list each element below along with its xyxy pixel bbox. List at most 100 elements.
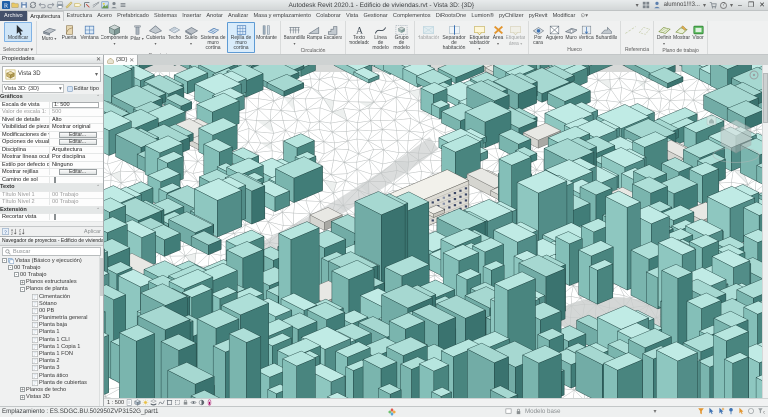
properties-close-icon[interactable]: ✕	[96, 56, 101, 63]
tree-item-planta-baja[interactable]: Planta baja	[0, 322, 103, 329]
ribbon-button-barandilla[interactable]: Barandilla ▾	[283, 22, 306, 48]
ribbon-button-área[interactable]: Área ▾	[491, 22, 505, 48]
tree-item-00-trabajo[interactable]: -00 Trabajo	[0, 271, 103, 278]
tree-item-planimetría-general[interactable]: Planimetría general	[0, 315, 103, 322]
ribbon-button-texto-modelado[interactable]: ATextomodelado	[348, 22, 370, 47]
qat-customize[interactable]	[119, 1, 127, 9]
ribbon-button-definir[interactable]: Definir ▾	[656, 22, 672, 48]
tab-anotar[interactable]: Anotar	[204, 11, 226, 21]
ribbon-button-muro[interactable]: Muro	[564, 22, 578, 42]
tree-item-planta-2[interactable]: Planta 2	[0, 358, 103, 365]
user-icon[interactable]	[653, 1, 661, 9]
qat-measure[interactable]	[65, 1, 73, 9]
tree-item-vistas-3d[interactable]: +Vistas 3D	[0, 394, 103, 401]
tab-prefabricado[interactable]: Prefabricado	[115, 11, 152, 21]
prop-checkbox[interactable]	[54, 177, 56, 183]
prop-value-box[interactable]: 1: 500	[52, 102, 99, 109]
viewbar-sun[interactable]	[142, 399, 149, 406]
type-selector[interactable]: Vista 3D ▾	[2, 66, 101, 82]
ribbon-button-pilar[interactable]: Pilar ▾	[129, 22, 145, 43]
ribbon-button-agujero[interactable]: Agujero	[545, 22, 564, 42]
tree-item-planta-de-cubiertas[interactable]: Planta de cubiertas	[0, 379, 103, 386]
help-caret[interactable]: ▾	[730, 2, 733, 9]
prop-section-extensión[interactable]: Extensión⌃	[0, 207, 103, 215]
edit-type-button[interactable]: Editar tipo	[65, 84, 101, 93]
account-name[interactable]: alumno1!!!3...	[664, 2, 700, 8]
ribbon-button-grupo-de-modelo[interactable]: Grupo demodelo ▾	[391, 22, 412, 55]
apply-button[interactable]: Aplicar	[84, 229, 101, 235]
tree-item-00-trabajo[interactable]: -00 Trabajo	[0, 264, 103, 271]
tab-insertar[interactable]: Insertar	[180, 11, 204, 21]
viewbar-hide[interactable]	[190, 399, 197, 406]
help-icon[interactable]: ?	[720, 2, 727, 9]
ribbon-button-escalera[interactable]: Escalera	[323, 22, 343, 42]
lock-icon[interactable]	[515, 408, 522, 415]
prop-edit-button[interactable]: Editar...	[59, 139, 97, 145]
qat-section[interactable]	[83, 1, 91, 9]
status-cursor-plus[interactable]	[717, 407, 725, 415]
prop-edit-button[interactable]: Editar...	[59, 132, 97, 138]
tab-estructura[interactable]: Estructura	[64, 11, 95, 21]
viewport-canvas[interactable]	[104, 65, 768, 398]
tree-item-planta-1-fon[interactable]: Planta 1 FON	[0, 350, 103, 357]
ribbon-button-habitación[interactable]: Habitación	[417, 22, 440, 42]
restore-button[interactable]: ❐	[747, 1, 755, 9]
ribbon-button-cubierta[interactable]: Cubierta ▾	[145, 22, 166, 48]
view-scale[interactable]: 1 : 500	[107, 400, 124, 406]
ribbon-button-muro[interactable]: Muro ▾	[39, 22, 59, 43]
instance-selector[interactable]: Vista 3D: {3D}▾	[2, 84, 64, 93]
ribbon-button-ventana[interactable]: Ventana	[79, 22, 100, 42]
ribbon-button-separador-de-habitación[interactable]: Separadorde habitación	[440, 22, 468, 53]
qat-user[interactable]	[110, 1, 118, 9]
ribbon-button-línea-de-modelo[interactable]: Línea demodelo	[370, 22, 391, 53]
qat-revit-logo[interactable]: R	[2, 1, 10, 9]
account-caret[interactable]: ▾	[703, 2, 706, 9]
ribbon-button-suelo[interactable]: Suelo ▾	[183, 22, 199, 48]
tree-item-sótano[interactable]: Sótano	[0, 300, 103, 307]
tab-archivo[interactable]: Archivo	[0, 11, 27, 21]
viewbar-crop[interactable]	[166, 399, 173, 406]
tab-pychilizer[interactable]: pyChilizer	[496, 11, 526, 21]
ribbon-button-puerta[interactable]: Puerta	[59, 22, 79, 42]
tree-item-planta-3[interactable]: Planta 3	[0, 365, 103, 372]
view-tab-3d[interactable]: {3D} ✕	[104, 55, 138, 65]
viewbar-paper[interactable]	[126, 399, 133, 406]
diroots-icon[interactable]	[388, 408, 396, 416]
qat-thin-lines[interactable]	[92, 1, 100, 9]
viewbar-sketchy[interactable]	[158, 399, 165, 406]
viewbar-crop-show[interactable]	[174, 399, 181, 406]
prop-checkbox[interactable]	[54, 214, 56, 220]
ribbon-button-rejilla-de-muro-cortina[interactable]: Rejilla demuro cortina	[227, 22, 255, 53]
tab-analizar[interactable]: Analizar	[225, 11, 250, 21]
tree-item-planta-1[interactable]: Planta 1	[0, 329, 103, 336]
link-icon[interactable]	[505, 408, 512, 415]
viewbar-visual-style[interactable]	[134, 399, 141, 406]
ribbon-button-vertical[interactable]: Vertical	[578, 22, 595, 42]
qat-tag[interactable]	[74, 1, 82, 9]
qat-open[interactable]	[11, 1, 19, 9]
qat-render[interactable]	[101, 1, 109, 9]
sort-za-icon[interactable]: ZA	[18, 228, 25, 235]
ribbon-button-techo[interactable]: Techo	[166, 22, 183, 42]
tab-modificar[interactable]: Modificar	[550, 11, 578, 21]
status-filter-count[interactable]: 0	[757, 407, 765, 415]
tree-item-planos-estructurales[interactable]: +Planos estructurales	[0, 279, 103, 286]
properties-help-icon[interactable]: ?	[2, 228, 9, 235]
ribbon-button-sistema-de-muro-cortina[interactable]: Sistema demuro cortina	[199, 22, 227, 53]
tree-item-cimentación[interactable]: Cimentación	[0, 293, 103, 300]
tab-dirootsone[interactable]: DiRootsOne	[433, 11, 469, 21]
qat-sync[interactable]	[29, 1, 37, 9]
status-circle[interactable]	[747, 407, 755, 415]
viewport-scrollbar[interactable]	[762, 65, 768, 398]
qat-print[interactable]	[56, 1, 64, 9]
prop-section-gráficos[interactable]: Gráficos⌃	[0, 94, 103, 102]
tab-sistemas[interactable]: Sistemas	[151, 11, 179, 21]
ribbon-button-etiquetar-área[interactable]: Etiquetarárea ▾	[505, 22, 526, 48]
search-caret[interactable]: ▾	[636, 2, 639, 9]
ribbon-button-ref-line[interactable]	[623, 22, 637, 37]
ribbon-button-mostrar[interactable]: Mostrar	[672, 22, 691, 42]
cart-icon[interactable]	[709, 1, 717, 9]
tab-pyrevit[interactable]: pyRevit	[526, 11, 550, 21]
apps-icon[interactable]	[642, 1, 650, 9]
tab-vista[interactable]: Vista	[343, 11, 361, 21]
